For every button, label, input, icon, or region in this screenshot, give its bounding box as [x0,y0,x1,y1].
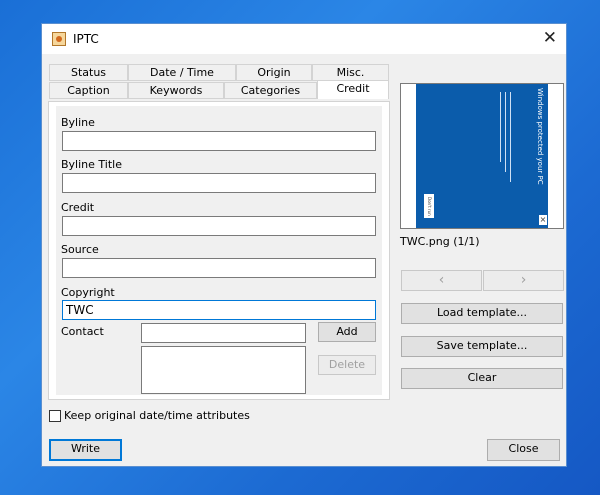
tab-misc[interactable]: Misc. [312,64,389,81]
clear-button[interactable]: Clear [401,368,563,389]
byline-label: Byline [61,116,95,129]
keep-attributes-checkbox[interactable] [49,410,61,422]
tab-keywords[interactable]: Keywords [128,82,224,99]
next-image-button[interactable]: › [483,270,564,291]
add-contact-button[interactable]: Add [318,322,376,342]
close-icon[interactable]: ✕ [543,28,557,48]
contact-field[interactable] [141,323,306,343]
contact-label: Contact [61,325,104,338]
preview-close-icon: × [539,215,547,225]
write-button[interactable]: Write [49,439,122,461]
iptc-app-icon [52,32,66,46]
tab-date-time[interactable]: Date / Time [128,64,236,81]
close-button[interactable]: Close [487,439,560,461]
title-bar: IPTC ✕ [42,24,566,54]
byline-title-label: Byline Title [61,158,122,171]
credit-field[interactable] [62,216,376,236]
tab-origin[interactable]: Origin [236,64,312,81]
source-label: Source [61,243,99,256]
credit-fields-area: Byline Byline Title Credit Source Copyri… [56,106,382,395]
tab-caption[interactable]: Caption [49,82,128,99]
tab-categories[interactable]: Categories [224,82,317,99]
load-template-button[interactable]: Load template... [401,303,563,324]
image-preview: Windows protected your PC Don't run × [400,83,564,229]
copyright-label: Copyright [61,286,115,299]
iptc-dialog: IPTC ✕ Status Date / Time Origin Misc. C… [41,23,567,467]
keep-attributes-label: Keep original date/time attributes [64,409,250,422]
save-template-button[interactable]: Save template... [401,336,563,357]
byline-field[interactable] [62,131,376,151]
tab-credit[interactable]: Credit [317,80,389,99]
source-field[interactable] [62,258,376,278]
preview-image: Windows protected your PC Don't run [416,84,548,228]
delete-contact-button[interactable]: Delete [318,355,376,375]
prev-image-button[interactable]: ‹ [401,270,482,291]
window-title: IPTC [73,32,99,46]
contact-list[interactable] [141,346,306,394]
byline-title-field[interactable] [62,173,376,193]
credit-panel: Byline Byline Title Credit Source Copyri… [48,101,390,400]
tab-status[interactable]: Status [49,64,128,81]
preview-image-button: Don't run [424,194,434,218]
copyright-field[interactable]: TWC [62,300,376,320]
preview-image-text: Windows protected your PC [536,88,544,185]
preview-caption: TWC.png (1/1) [400,235,480,248]
credit-label: Credit [61,201,95,214]
